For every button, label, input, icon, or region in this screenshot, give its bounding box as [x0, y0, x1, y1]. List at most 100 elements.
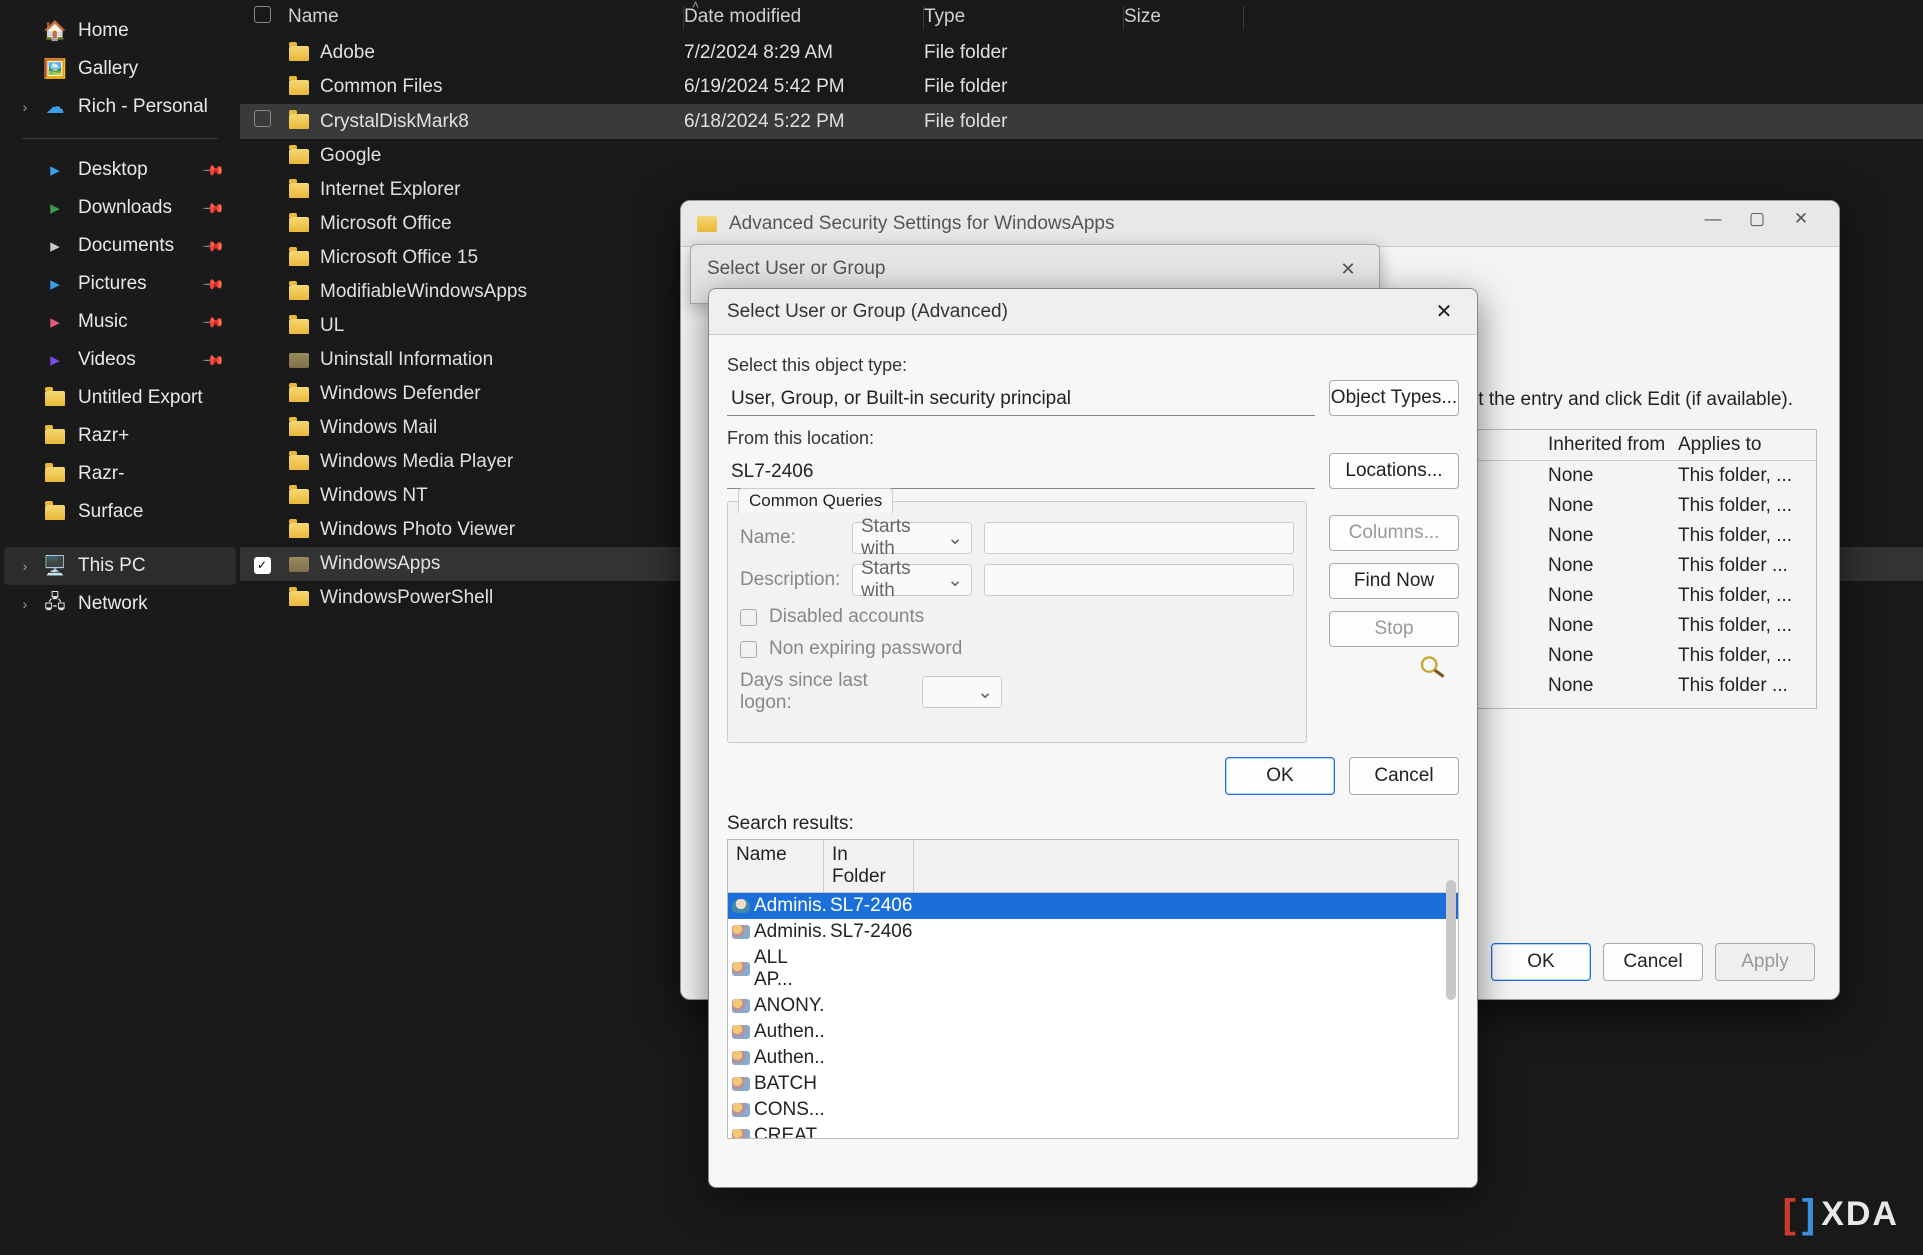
search-result-row[interactable]: CREAT... [728, 1123, 1458, 1139]
applies-cell: This folder, ... [1678, 585, 1808, 607]
non-expiring-checkbox[interactable] [740, 641, 757, 658]
applies-cell: This folder, ... [1678, 495, 1808, 517]
select-all-checkbox[interactable] [254, 6, 271, 23]
sidebar-this-pc[interactable]: › 🖥️ This PC [4, 547, 236, 585]
description-label: Description: [740, 569, 840, 591]
file-row[interactable]: CrystalDiskMark86/18/2024 5:22 PMFile fo… [240, 104, 1923, 139]
search-result-row[interactable]: Authen... [728, 1019, 1458, 1045]
locations-button[interactable]: Locations... [1329, 453, 1459, 489]
label: Videos [78, 349, 136, 371]
file-type: File folder [924, 111, 1124, 133]
folder-icon [44, 463, 66, 485]
close-button[interactable]: ✕ [1429, 299, 1459, 324]
gallery-label: Gallery [78, 58, 138, 80]
label: Razr+ [78, 425, 129, 447]
sidebar-item-documents[interactable]: ▸Documents📌 [4, 227, 236, 265]
close-button[interactable]: ✕ [1779, 209, 1823, 239]
sidebar-item[interactable]: Razr+ [4, 417, 236, 455]
search-result-row[interactable]: Adminis...SL7-2406 [728, 919, 1458, 945]
search-result-row[interactable]: ANONY... [728, 993, 1458, 1019]
apply-button[interactable]: Apply [1715, 943, 1815, 981]
folder-icon: ▸ [44, 273, 66, 295]
file-name: Uninstall Information [320, 349, 493, 371]
description-input[interactable] [984, 564, 1294, 596]
find-now-button[interactable]: Find Now [1329, 563, 1459, 599]
location-label: From this location: [727, 428, 1459, 449]
row-checkbox[interactable] [254, 110, 271, 127]
object-type-field[interactable]: User, Group, or Built-in security princi… [727, 383, 1315, 416]
scrollbar[interactable] [1446, 880, 1456, 1000]
sidebar-home[interactable]: 🏠 Home [4, 12, 236, 50]
sidebar-item[interactable]: Surface [4, 493, 236, 531]
sidebar-item[interactable]: Untitled Export [4, 379, 236, 417]
search-results-list[interactable]: Name In Folder Adminis...SL7-2406Adminis… [727, 839, 1459, 1139]
file-row[interactable]: Google [240, 139, 1923, 173]
desc-mode-select[interactable]: Starts with⌄ [852, 564, 972, 596]
sidebar-network[interactable]: › 🖧 Network [4, 585, 236, 623]
col-name[interactable]: Name [284, 6, 684, 29]
ok-button[interactable]: OK [1225, 757, 1335, 795]
folder-icon [288, 451, 310, 473]
file-row[interactable]: Adobe7/2/2024 8:29 AMFile folder [240, 36, 1923, 70]
name-input[interactable] [984, 522, 1294, 554]
row-checkbox[interactable]: ✓ [254, 557, 271, 574]
pin-icon: 📌 [201, 196, 225, 220]
file-date: 7/2/2024 8:29 AM [684, 42, 924, 64]
search-result-row[interactable]: ALL AP... [728, 945, 1458, 993]
col-folder[interactable]: In Folder [824, 840, 914, 892]
file-name: UL [320, 315, 344, 337]
search-results-label: Search results: [727, 813, 1459, 835]
folder-icon [288, 111, 310, 133]
file-name: Windows Defender [320, 383, 481, 405]
col-type[interactable]: Type [924, 6, 1124, 29]
sidebar-item-music[interactable]: ▸Music📌 [4, 303, 236, 341]
days-select[interactable]: ⌄ [922, 676, 1002, 708]
col-inherited: Inherited from [1548, 434, 1678, 456]
sidebar-item[interactable]: Razr- [4, 455, 236, 493]
label: Pictures [78, 273, 147, 295]
search-result-row[interactable]: Authen... [728, 1045, 1458, 1071]
search-result-row[interactable]: Adminis...SL7-2406 [728, 893, 1458, 919]
location-field[interactable]: SL7-2406 [727, 456, 1315, 489]
applies-cell: This folder ... [1678, 675, 1808, 697]
titlebar[interactable]: Advanced Security Settings for WindowsAp… [681, 201, 1839, 247]
col-size[interactable]: Size [1124, 6, 1244, 29]
stop-button[interactable]: Stop [1329, 611, 1459, 647]
file-name: Common Files [320, 76, 442, 98]
ok-button[interactable]: OK [1491, 943, 1591, 981]
file-date: 6/19/2024 5:42 PM [684, 76, 924, 98]
folder-icon [288, 349, 310, 371]
result-name: Adminis... [754, 921, 826, 943]
sidebar-gallery[interactable]: 🖼️ Gallery [4, 50, 236, 88]
file-row[interactable]: Common Files6/19/2024 5:42 PMFile folder [240, 70, 1923, 104]
titlebar[interactable]: Select User or Group ✕ [691, 245, 1379, 293]
cancel-button[interactable]: Cancel [1349, 757, 1459, 795]
columns-button[interactable]: Columns... [1329, 515, 1459, 551]
search-result-row[interactable]: BATCH [728, 1071, 1458, 1097]
sidebar-onedrive[interactable]: › ☁ Rich - Personal [4, 88, 236, 126]
search-result-row[interactable]: CONS... [728, 1097, 1458, 1123]
name-mode-select[interactable]: Starts with⌄ [852, 522, 972, 554]
folder-icon: ▸ [44, 159, 66, 181]
group-icon [732, 1103, 750, 1117]
pin-icon: 📌 [201, 158, 225, 182]
common-queries-tab[interactable]: Common Queries [738, 488, 893, 513]
disabled-accounts-checkbox[interactable] [740, 609, 757, 626]
folder-icon [288, 383, 310, 405]
col-date[interactable]: Date modified [684, 6, 924, 29]
file-name: Windows Photo Viewer [320, 519, 515, 541]
close-button[interactable]: ✕ [1333, 259, 1363, 280]
file-name: WindowsPowerShell [320, 587, 493, 609]
col-name[interactable]: Name [728, 840, 824, 892]
sidebar-item-pictures[interactable]: ▸Pictures📌 [4, 265, 236, 303]
sidebar-item-videos[interactable]: ▸Videos📌 [4, 341, 236, 379]
maximize-button[interactable]: ▢ [1735, 209, 1779, 239]
chevron-right-icon: › [18, 558, 32, 574]
cancel-button[interactable]: Cancel [1603, 943, 1703, 981]
titlebar[interactable]: Select User or Group (Advanced) ✕ [709, 289, 1477, 335]
label: Untitled Export [78, 387, 203, 409]
minimize-button[interactable]: — [1691, 209, 1735, 239]
object-types-button[interactable]: Object Types... [1329, 380, 1459, 416]
sidebar-item-desktop[interactable]: ▸Desktop📌 [4, 151, 236, 189]
sidebar-item-downloads[interactable]: ▸Downloads📌 [4, 189, 236, 227]
